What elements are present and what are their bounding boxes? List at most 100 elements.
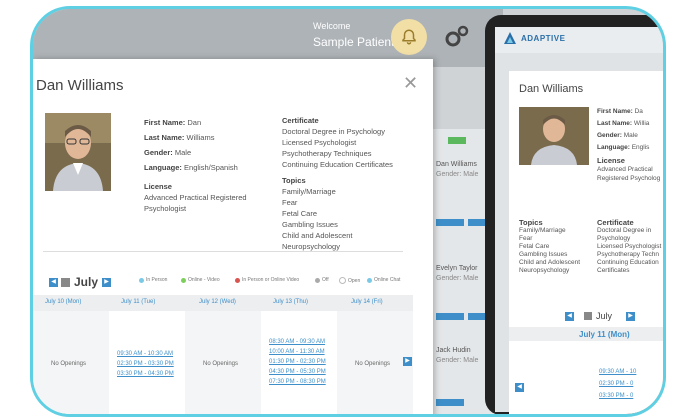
legend-dot	[235, 277, 240, 283]
welcome-label: Welcome	[313, 21, 351, 31]
gender-value: Male	[174, 148, 192, 157]
legend-dot	[367, 277, 372, 283]
list-item-name: Jack Hudin	[436, 347, 471, 354]
topic-item: Child and Adolescent	[282, 231, 353, 240]
next-week-button[interactable]: ▶	[403, 357, 412, 366]
calendar-icon	[61, 277, 70, 287]
mobile-time-slot[interactable]: 03:30 PM - 0	[599, 393, 633, 399]
mobile-certificates: Certificate Doctoral Degree in Psycholog…	[597, 218, 662, 275]
license-line: Advanced Practical Registered	[144, 193, 247, 202]
close-icon[interactable]: ✕	[403, 73, 418, 94]
certificate-section: Certificate Doctoral Degree in Psycholog…	[282, 115, 393, 170]
time-slot-link[interactable]: 04:30 PM - 05:30 PM	[269, 369, 326, 375]
logo-icon	[504, 32, 516, 44]
time-slot-link[interactable]: 10:00 AM - 11:30 AM	[269, 349, 325, 355]
day-header: July 14 (Fri)	[351, 299, 383, 305]
legend-dot	[181, 277, 186, 283]
day-column-thu: 08:30 AM - 09:30 AM 10:00 AM - 11:30 AM …	[261, 311, 338, 414]
last-name-value: Williams	[186, 133, 215, 142]
mobile-time-slot[interactable]: 09:30 AM - 10	[599, 369, 636, 375]
provider-basic-info: First Name: Dan Last Name: Williams Gend…	[144, 117, 247, 214]
calendar-header: ◀ July ▶	[49, 275, 112, 289]
next-month-button[interactable]: ▶	[102, 277, 112, 287]
time-slot-link[interactable]: 07:30 PM - 08:30 PM	[269, 379, 326, 385]
time-slot-link[interactable]: 09:30 AM - 10:30 AM	[117, 351, 173, 357]
legend-in-person: In Person	[139, 277, 167, 283]
mobile-prev-button[interactable]: ◀	[565, 311, 574, 321]
mobile-topics: Topics Family/Marriage Fear Fetal Care G…	[519, 218, 581, 275]
list-item-meta: Gender: Male	[436, 275, 479, 282]
license-line: Psychologist	[144, 204, 187, 213]
legend-open: Open	[339, 277, 360, 284]
view-profile-button[interactable]	[436, 399, 464, 406]
topic-item: Gambling Issues	[282, 220, 338, 229]
topic-item: Fetal Care	[282, 209, 318, 218]
mobile-basic-info: First Name: Da Last Name: Willia Gender:…	[597, 108, 661, 182]
day-column-fri: No Openings ▶	[337, 311, 413, 414]
time-slot-link[interactable]: 01:30 PM - 02:30 PM	[269, 359, 326, 365]
list-item-name: Evelyn Taylor	[436, 265, 478, 272]
first-name-label: First Name:	[144, 118, 186, 127]
screenshot-frame: Welcome Sample Patient Dan Williams Gend…	[30, 6, 666, 417]
topic-item: Fear	[282, 198, 298, 207]
mobile-provider-photo	[519, 107, 589, 165]
legend-dot	[315, 277, 320, 283]
day-column-tue: 09:30 AM - 10:30 AM 02:30 PM - 03:30 PM …	[109, 311, 186, 414]
gear-icon[interactable]	[443, 23, 471, 51]
legend-online-video: Online - Video	[181, 277, 220, 283]
modal-title: Dan Williams	[36, 77, 124, 94]
topics-section: Topics Family/Marriage Fear Fetal Care G…	[282, 175, 352, 252]
provider-photo	[45, 113, 111, 191]
mobile-next-button[interactable]: ▶	[626, 311, 636, 321]
list-item-meta: Gender: Male	[436, 357, 479, 364]
status-badge	[448, 137, 466, 144]
topics-heading: Topics	[282, 176, 306, 185]
view-profile-button[interactable]	[436, 219, 464, 226]
mobile-calendar-header: ◀ July ▶	[565, 311, 636, 321]
first-name-value: Dan	[187, 118, 202, 127]
legend-off: Off	[315, 277, 329, 283]
last-name-label: Last Name:	[144, 133, 185, 142]
brand-name: ADAPTIVE	[521, 34, 566, 43]
mobile-prev-day-button[interactable]: ◀	[515, 383, 524, 392]
calendar-day-headers: July 10 (Mon) July 11 (Tue) July 12 (Wed…	[33, 295, 413, 311]
notification-button[interactable]	[391, 19, 427, 55]
certificate-item: Continuing Education Certificates	[282, 160, 393, 169]
legend-in-person-or-online: In Person or Online Video	[235, 277, 299, 283]
calendar-icon	[584, 312, 592, 320]
language-value: English/Spanish	[184, 163, 238, 172]
legend-dot	[339, 277, 346, 284]
day-header: July 10 (Mon)	[45, 299, 82, 305]
mobile-day-header-bar: July 11 (Mon)	[509, 327, 663, 341]
day-header: July 13 (Thu)	[273, 299, 309, 305]
day-header: July 11 (Tue)	[121, 299, 156, 305]
section-divider	[43, 251, 403, 252]
no-openings-label: No Openings	[355, 361, 391, 367]
list-item-name: Dan Williams	[436, 161, 477, 168]
month-label: July	[74, 275, 99, 289]
mobile-month-label: July	[596, 311, 613, 321]
view-profile-button[interactable]	[436, 313, 464, 320]
prev-month-button[interactable]: ◀	[49, 277, 58, 287]
no-openings-label: No Openings	[203, 361, 239, 367]
language-label: Language:	[144, 163, 182, 172]
time-slot-link[interactable]: 02:30 PM - 03:30 PM	[117, 361, 174, 367]
bell-icon	[402, 29, 416, 45]
mobile-time-slot[interactable]: 02:30 PM - 0	[599, 381, 633, 387]
license-heading: License	[144, 182, 172, 191]
day-column-mon: No Openings	[33, 311, 110, 414]
certificate-item: Psychotherapy Techniques	[282, 149, 372, 158]
provider-modal: Dan Williams ✕ First Name: Dan Last Name…	[33, 59, 433, 414]
legend-dot	[139, 277, 144, 283]
list-item-meta: Gender: Male	[436, 171, 479, 178]
user-name: Sample Patient	[313, 35, 395, 49]
mobile-provider-card: Dan Williams First Name: Da Last Name: W…	[509, 71, 663, 414]
topic-item: Family/Marriage	[282, 187, 336, 196]
no-openings-label: No Openings	[51, 361, 87, 367]
legend-online-chat: Online Chat	[367, 277, 400, 283]
gender-label: Gender:	[144, 148, 173, 157]
mobile-day-header: July 11 (Mon)	[579, 330, 630, 339]
time-slot-link[interactable]: 08:30 AM - 09:30 AM	[269, 339, 325, 345]
time-slot-link[interactable]: 03:30 PM - 04:30 PM	[117, 371, 174, 377]
certificate-item: Doctoral Degree in Psychology	[282, 127, 385, 136]
